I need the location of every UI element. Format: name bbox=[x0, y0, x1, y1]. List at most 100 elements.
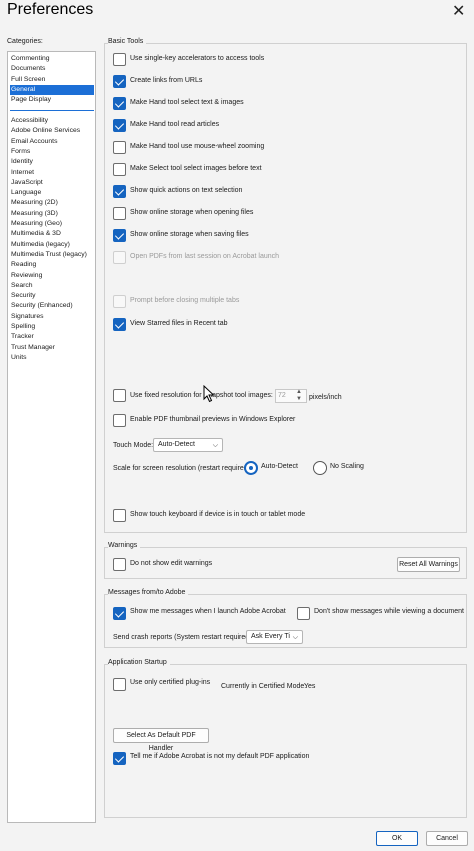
option-label: Make Hand tool use mouse-wheel zooming bbox=[130, 143, 265, 150]
category-item[interactable]: Measuring (Geo) bbox=[10, 219, 94, 229]
close-icon[interactable]: ✕ bbox=[452, 1, 465, 21]
categories-label: Categories: bbox=[7, 38, 43, 45]
stepper-up-icon[interactable]: ▲ bbox=[296, 389, 302, 395]
option-label: Make Hand tool read articles bbox=[130, 121, 220, 128]
category-item[interactable]: Identity bbox=[10, 157, 94, 167]
category-item[interactable]: Signatures bbox=[10, 312, 94, 322]
scale-auto-detect-radio[interactable] bbox=[244, 461, 258, 475]
messages-title: Messages from/to Adobe bbox=[108, 589, 189, 596]
category-item[interactable]: Multimedia (legacy) bbox=[10, 240, 94, 250]
category-item[interactable]: Page Display bbox=[10, 95, 94, 105]
option-label: Show online storage when saving files bbox=[130, 231, 249, 238]
category-item[interactable]: Units bbox=[10, 353, 94, 363]
category-item[interactable]: Measuring (2D) bbox=[10, 198, 94, 208]
option-checkbox[interactable] bbox=[113, 75, 126, 88]
category-item[interactable]: Tracker bbox=[10, 332, 94, 342]
ok-button[interactable]: OK bbox=[376, 831, 418, 846]
option-checkbox[interactable] bbox=[113, 318, 126, 331]
warnings-title: Warnings bbox=[108, 542, 141, 549]
scale-label: Scale for screen resolution (restart req… bbox=[113, 465, 252, 472]
category-item[interactable]: Reading bbox=[10, 260, 94, 270]
thumbnail-checkbox[interactable] bbox=[113, 414, 126, 427]
fixed-resolution-checkbox[interactable] bbox=[113, 389, 126, 402]
option-checkbox bbox=[113, 295, 126, 308]
category-item[interactable]: Adobe Online Services bbox=[10, 126, 94, 136]
category-item[interactable]: JavaScript bbox=[10, 178, 94, 188]
option-checkbox[interactable] bbox=[113, 119, 126, 132]
category-item[interactable]: Documents bbox=[10, 64, 94, 74]
scale-auto-detect-label: Auto-Detect bbox=[261, 463, 298, 470]
category-item[interactable]: Internet bbox=[10, 168, 94, 178]
resolution-stepper[interactable]: 72 ▲ ▼ bbox=[275, 389, 307, 403]
default-pdf-checkbox[interactable] bbox=[113, 752, 126, 765]
crash-reports-label: Send crash reports (System restart requi… bbox=[113, 634, 254, 641]
crash-reports-value: Ask Every Ti bbox=[251, 633, 290, 640]
touch-mode-label: Touch Mode: bbox=[113, 442, 154, 449]
certified-mode-value: Yes bbox=[304, 683, 316, 690]
option-checkbox[interactable] bbox=[113, 207, 126, 220]
category-item[interactable]: Measuring (3D) bbox=[10, 209, 94, 219]
category-item[interactable]: Trust Manager bbox=[10, 343, 94, 353]
touch-mode-select[interactable]: Auto-Detect ⌵ bbox=[153, 438, 223, 452]
touch-keyboard-checkbox[interactable] bbox=[113, 509, 126, 522]
category-item[interactable]: Language bbox=[10, 188, 94, 198]
option-label: Prompt before closing multiple tabs bbox=[130, 297, 240, 304]
touch-keyboard-label: Show touch keyboard if device is in touc… bbox=[130, 511, 306, 518]
cancel-button[interactable]: Cancel bbox=[426, 831, 468, 846]
basic-tools-group bbox=[104, 43, 467, 533]
option-label: Show online storage when opening files bbox=[130, 209, 254, 216]
resolution-unit: pixels/inch bbox=[309, 394, 342, 401]
category-item[interactable]: Security (Enhanced) bbox=[10, 301, 94, 311]
category-item[interactable]: Reviewing bbox=[10, 271, 94, 281]
option-label: Create links from URLs bbox=[130, 77, 203, 84]
edit-warnings-checkbox[interactable] bbox=[113, 558, 126, 571]
category-item[interactable]: Security bbox=[10, 291, 94, 301]
category-item[interactable]: Multimedia & 3D bbox=[10, 229, 94, 239]
thumbnail-label: Enable PDF thumbnail previews in Windows… bbox=[130, 416, 296, 423]
scale-no-scaling-radio[interactable] bbox=[313, 461, 327, 475]
category-item[interactable]: Email Accounts bbox=[10, 137, 94, 147]
option-checkbox[interactable] bbox=[113, 141, 126, 154]
resolution-value: 72 bbox=[278, 392, 286, 399]
option-label: Make Hand tool select text & images bbox=[130, 99, 244, 106]
option-checkbox[interactable] bbox=[113, 97, 126, 110]
reset-warnings-button[interactable]: Reset All Warnings bbox=[397, 557, 460, 572]
certified-plugins-checkbox[interactable] bbox=[113, 678, 126, 691]
fixed-resolution-label: Use fixed resolution for Snapshot tool i… bbox=[130, 392, 273, 399]
option-checkbox[interactable] bbox=[113, 185, 126, 198]
basic-tools-title: Basic Tools bbox=[108, 38, 147, 45]
option-label: View Starred files in Recent tab bbox=[130, 320, 228, 327]
crash-reports-select[interactable]: Ask Every Ti ⌵ bbox=[246, 630, 303, 644]
category-item[interactable]: Accessibility bbox=[10, 116, 94, 126]
mouse-cursor-icon bbox=[203, 385, 215, 403]
option-label: Use single-key accelerators to access to… bbox=[130, 55, 265, 62]
scale-no-scaling-label: No Scaling bbox=[330, 463, 364, 470]
option-label: Open PDFs from last session on Acrobat l… bbox=[130, 253, 280, 260]
categories-list[interactable]: Commenting Documents Full Screen General Pag… bbox=[7, 51, 96, 823]
option-checkbox[interactable] bbox=[113, 53, 126, 66]
category-item[interactable]: Forms bbox=[10, 147, 94, 157]
window-title: Preferences bbox=[7, 1, 94, 18]
category-item[interactable]: Full Screen bbox=[10, 75, 94, 85]
launch-messages-checkbox[interactable] bbox=[113, 607, 126, 620]
touch-mode-value: Auto-Detect bbox=[158, 441, 195, 448]
certified-mode-label: Currently in Certified Mode: bbox=[221, 683, 307, 690]
viewing-messages-checkbox[interactable] bbox=[297, 607, 310, 620]
category-item[interactable]: General bbox=[10, 84, 94, 95]
option-checkbox bbox=[113, 251, 126, 264]
default-pdf-handler-button[interactable]: Select As Default PDF Handler bbox=[113, 728, 209, 752]
category-item[interactable]: Search bbox=[10, 281, 94, 291]
option-label: Make Select tool select images before te… bbox=[130, 165, 262, 172]
categories-divider bbox=[10, 110, 94, 111]
chevron-down-icon: ⌵ bbox=[212, 442, 218, 449]
category-item[interactable]: Multimedia Trust (legacy) bbox=[10, 250, 94, 260]
category-item[interactable]: Spelling bbox=[10, 322, 94, 332]
certified-plugins-label: Use only certified plug-ins bbox=[130, 679, 211, 686]
launch-messages-label: Show me messages when I launch Adobe Acr… bbox=[130, 608, 286, 615]
category-item[interactable]: Commenting bbox=[10, 54, 94, 64]
startup-title: Application Startup bbox=[108, 659, 170, 666]
viewing-messages-label: Don't show messages while viewing a docu… bbox=[314, 608, 464, 615]
option-checkbox[interactable] bbox=[113, 163, 126, 176]
stepper-down-icon[interactable]: ▼ bbox=[296, 396, 302, 402]
option-checkbox[interactable] bbox=[113, 229, 126, 242]
